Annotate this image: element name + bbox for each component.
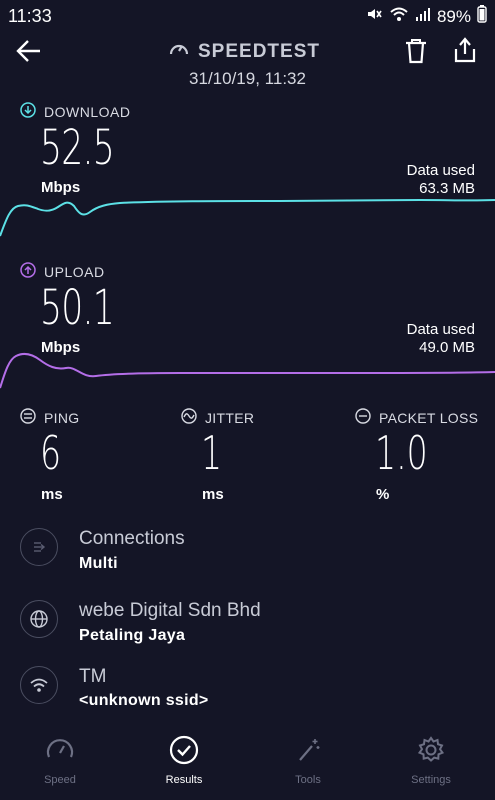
checkmark-circle-icon	[169, 735, 199, 765]
globe-icon	[20, 600, 58, 638]
upload-label: UPLOAD	[20, 262, 105, 281]
ping-value: 6	[40, 426, 62, 480]
provider-location: Petaling Jaya	[79, 627, 186, 644]
nav-settings-label: Settings	[411, 774, 451, 786]
download-value: 52.5	[40, 120, 115, 176]
connections-title: Connections	[79, 528, 185, 549]
nav-tools-label: Tools	[295, 774, 321, 786]
nav-tools[interactable]: Tools	[263, 735, 353, 786]
ping-icon	[20, 408, 36, 427]
packet-loss-value: 1.0	[375, 426, 428, 480]
speed-gauge-icon	[46, 739, 74, 758]
ping-unit: ms	[41, 486, 63, 503]
arrow-left-icon	[16, 40, 40, 62]
share-icon	[454, 37, 476, 63]
download-label: DOWNLOAD	[20, 102, 130, 121]
mute-icon	[365, 5, 383, 28]
network-wifi-icon	[20, 666, 58, 704]
packet-loss-unit: %	[376, 486, 390, 503]
nav-settings[interactable]: Settings	[386, 735, 476, 786]
provider-name: webe Digital Sdn Bhd	[79, 600, 261, 621]
connections-icon	[20, 528, 58, 566]
nav-results[interactable]: Results	[139, 735, 229, 786]
trash-icon	[406, 39, 426, 64]
network-name: TM	[79, 666, 107, 687]
download-arrow-icon	[20, 102, 36, 121]
gear-icon	[417, 736, 445, 762]
download-graph	[0, 198, 495, 237]
packet-loss-label: PACKET LOSS	[355, 408, 478, 427]
nav-results-label: Results	[165, 774, 203, 786]
battery-percent: 89%	[436, 6, 471, 26]
status-time: 11:33	[8, 6, 52, 26]
test-datetime: 31/10/19, 11:32	[189, 69, 306, 88]
magic-wand-icon	[299, 739, 320, 761]
jitter-value: 1	[201, 426, 223, 480]
upload-label-text: UPLOAD	[44, 263, 105, 280]
upload-graph	[0, 352, 495, 389]
packet-loss-label-text: PACKET LOSS	[379, 409, 479, 426]
jitter-label-text: JITTER	[205, 409, 255, 426]
wifi-icon	[389, 5, 409, 28]
jitter-label: JITTER	[181, 408, 254, 427]
ping-label: PING	[20, 408, 79, 427]
bottom-nav: Speed Results Tools Settings	[0, 735, 495, 800]
packet-loss-icon	[355, 408, 371, 427]
upload-graph-line	[0, 352, 495, 389]
jitter-icon	[181, 408, 197, 427]
download-data-used-label: Data used	[406, 162, 475, 179]
ping-label-text: PING	[44, 409, 80, 426]
status-icons: 89%	[365, 5, 487, 28]
gauge-icon	[168, 38, 190, 65]
battery-icon	[477, 5, 487, 28]
nav-speed-label: Speed	[44, 774, 76, 786]
header-title: SPEEDTEST	[168, 38, 320, 65]
signal-icon	[415, 6, 431, 27]
upload-value: 50.1	[40, 280, 115, 336]
status-bar: 11:33 89%	[0, 0, 495, 32]
app-title: SPEEDTEST	[198, 40, 320, 62]
back-button[interactable]	[14, 36, 44, 66]
network-ssid: <unknown ssid>	[79, 692, 209, 709]
delete-button[interactable]	[403, 37, 429, 65]
nav-speed[interactable]: Speed	[15, 735, 105, 786]
upload-data-used-label: Data used	[406, 321, 475, 338]
jitter-unit: ms	[202, 486, 224, 503]
upload-arrow-icon	[20, 262, 36, 281]
connections-value: Multi	[79, 555, 118, 572]
share-button[interactable]	[452, 36, 478, 64]
download-graph-line	[0, 198, 495, 237]
download-label-text: DOWNLOAD	[44, 103, 131, 120]
